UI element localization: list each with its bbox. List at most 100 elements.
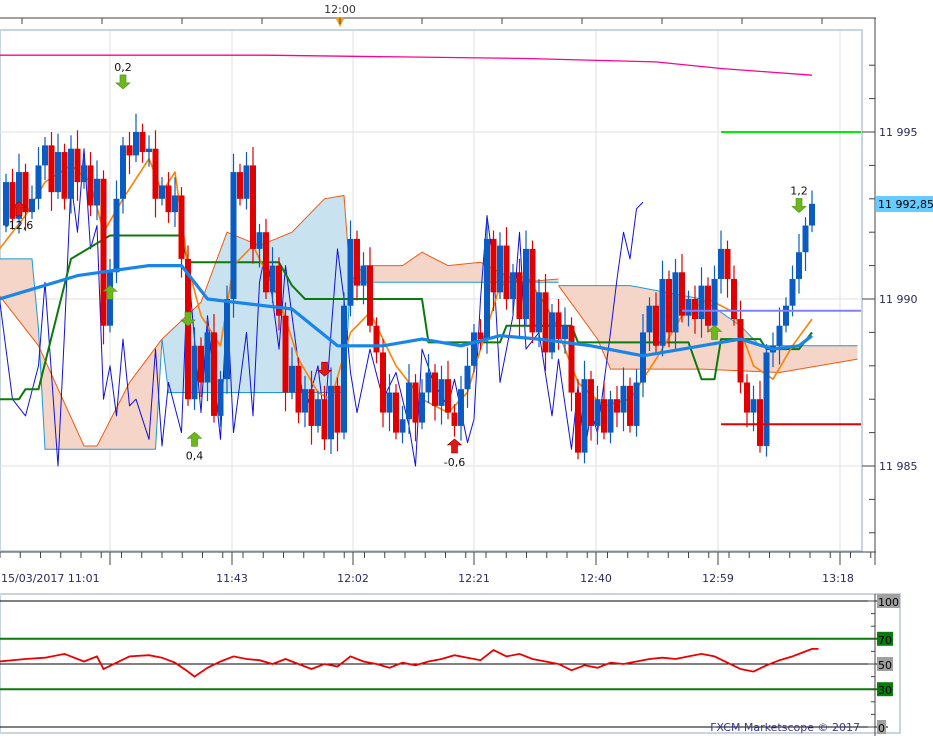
candle-down bbox=[666, 278, 672, 333]
candle-up bbox=[536, 292, 542, 333]
candle-down bbox=[516, 272, 523, 320]
candle-up bbox=[672, 272, 679, 333]
candle-up bbox=[425, 372, 432, 393]
candle-up bbox=[607, 399, 614, 433]
candle-up bbox=[55, 152, 61, 193]
x-tick-label: 11:43 bbox=[216, 572, 248, 585]
x-tick-label: 15/03/2017 11:01 bbox=[1, 572, 100, 585]
copyright-label: FXCM Marketscope © 2017 bbox=[710, 721, 860, 734]
candle-down bbox=[724, 248, 731, 279]
candle-up bbox=[809, 203, 815, 226]
candle-down bbox=[263, 232, 269, 293]
candle-down bbox=[568, 325, 575, 393]
candle-up bbox=[802, 225, 809, 253]
candle-down bbox=[9, 182, 16, 219]
level-label: 100 bbox=[878, 596, 899, 609]
candle-down bbox=[152, 148, 159, 199]
candle-down bbox=[211, 332, 217, 416]
candle-up bbox=[711, 278, 718, 326]
signal-label: 0,2 bbox=[114, 61, 132, 74]
candle-down bbox=[445, 379, 451, 413]
candle-up bbox=[523, 248, 529, 320]
candle-down bbox=[334, 385, 341, 433]
candle-down bbox=[87, 165, 94, 206]
candle-up bbox=[698, 285, 705, 320]
candle-down bbox=[627, 385, 633, 426]
candle-down bbox=[185, 258, 191, 400]
candle-up bbox=[269, 265, 276, 293]
candle-down bbox=[393, 392, 399, 433]
candle-down bbox=[757, 399, 763, 446]
candle-up bbox=[646, 305, 653, 333]
candle-up bbox=[386, 392, 393, 413]
candle-up bbox=[796, 252, 802, 279]
y-tick-label-11985: 11 985 bbox=[879, 460, 918, 473]
candle-up bbox=[659, 278, 666, 346]
x-tick-label: 12:02 bbox=[337, 572, 369, 585]
candle-up bbox=[562, 325, 568, 340]
candle-down bbox=[126, 145, 133, 156]
candle-up bbox=[302, 389, 308, 413]
candle-up bbox=[68, 148, 74, 199]
y-tick-label-11990: 11 990 bbox=[879, 293, 918, 306]
candle-down bbox=[178, 195, 185, 259]
candle-up bbox=[341, 305, 347, 433]
candle-up bbox=[458, 389, 464, 426]
candle-up bbox=[594, 399, 601, 426]
candle-down bbox=[282, 315, 289, 393]
candle-up bbox=[718, 248, 724, 279]
candle-down bbox=[308, 389, 315, 426]
level-label: 0 bbox=[878, 722, 885, 735]
candle-up bbox=[484, 238, 490, 340]
signal-label: -12,6 bbox=[5, 219, 33, 232]
candle-up bbox=[471, 332, 477, 366]
candle-up bbox=[763, 352, 770, 446]
candle-up bbox=[633, 382, 640, 426]
candle-down bbox=[380, 352, 386, 413]
candle-down bbox=[412, 382, 419, 423]
candle-down bbox=[74, 148, 81, 183]
candle-down bbox=[295, 365, 302, 413]
candle-up bbox=[581, 379, 588, 453]
candle-up bbox=[81, 165, 87, 183]
candle-down bbox=[61, 152, 68, 199]
candle-up bbox=[29, 198, 35, 213]
candle-up bbox=[783, 305, 789, 326]
candle-down bbox=[451, 412, 458, 426]
candle-up bbox=[497, 245, 503, 293]
candle-up bbox=[133, 132, 139, 156]
candle-down bbox=[614, 399, 620, 413]
candle-up bbox=[510, 272, 516, 299]
candle-down bbox=[575, 392, 581, 453]
candle-down bbox=[48, 145, 55, 193]
price-axis: 11 995 11 990 11 985 11 992,85 bbox=[862, 18, 933, 565]
candle-up bbox=[328, 385, 334, 440]
candle-down bbox=[367, 265, 373, 326]
level-label: 30 bbox=[878, 684, 892, 697]
candle-down bbox=[737, 319, 744, 383]
candle-up bbox=[549, 312, 555, 353]
candle-up bbox=[146, 148, 152, 153]
candle-up bbox=[399, 419, 406, 433]
candle-up bbox=[35, 165, 42, 199]
candle-down bbox=[529, 248, 536, 333]
candle-up bbox=[256, 232, 263, 249]
y-tick-label-11995: 11 995 bbox=[879, 126, 918, 139]
candle-up bbox=[347, 238, 354, 306]
candle-down bbox=[692, 299, 698, 320]
candle-up bbox=[289, 365, 295, 393]
candle-up bbox=[640, 332, 646, 383]
x-tick-label: 12:59 bbox=[702, 572, 734, 585]
candle-up bbox=[360, 265, 367, 286]
candle-up bbox=[42, 145, 48, 166]
candle-down bbox=[731, 278, 737, 320]
signal-label: -0,6 bbox=[444, 456, 465, 469]
candle-up bbox=[750, 399, 757, 413]
candle-down bbox=[503, 245, 510, 299]
candle-down bbox=[250, 165, 256, 249]
signal-label: 1,2 bbox=[790, 184, 808, 197]
price-chart[interactable]: 12:00 0,2 -12,6 0,4 -0,6 1,2 11 995 11 990 1… bbox=[0, 0, 933, 736]
candle-up bbox=[620, 385, 627, 413]
candle-up bbox=[243, 165, 250, 199]
candle-down bbox=[373, 325, 380, 353]
